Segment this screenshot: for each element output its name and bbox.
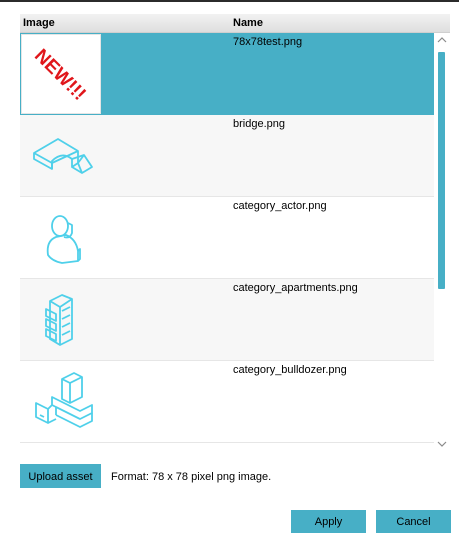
window-top-border (0, 0, 459, 2)
asset-list[interactable]: Image Name NEW!!! 78x78test.png bridge.p… (20, 14, 450, 450)
asset-thumbnail (22, 281, 100, 359)
actor-icon (46, 215, 81, 264)
asset-thumbnail: NEW!!! (21, 34, 101, 114)
asset-thumbnail (22, 199, 100, 277)
asset-name: 78x78test.png (233, 36, 303, 48)
bridge-icon (33, 138, 93, 174)
list-item[interactable]: category_actor.png (20, 197, 434, 279)
image-column-header[interactable]: Image (23, 17, 55, 29)
asset-name: bridge.png (233, 118, 285, 130)
asset-thumbnail (22, 117, 100, 195)
new-badge-text: NEW!!! (30, 45, 90, 105)
new-badge-icon: NEW!!! (30, 45, 90, 105)
scroll-down-icon[interactable] (436, 438, 448, 450)
scrollbar-thumb[interactable] (438, 52, 445, 289)
apartments-icon (45, 294, 73, 346)
list-item[interactable]: bridge.png (20, 115, 434, 197)
asset-rows: NEW!!! 78x78test.png bridge.png category… (20, 33, 434, 443)
asset-name: category_apartments.png (233, 282, 358, 294)
list-header: Image Name (20, 14, 450, 33)
list-item[interactable]: category_apartments.png (20, 279, 434, 361)
apply-button[interactable]: Apply (291, 510, 366, 533)
format-hint: Format: 78 x 78 pixel png image. (111, 471, 272, 483)
asset-name: category_actor.png (233, 200, 327, 212)
asset-thumbnail (22, 363, 100, 441)
cancel-button[interactable]: Cancel (376, 510, 451, 533)
bulldozer-icon (35, 372, 93, 428)
list-item[interactable]: category_bulldozer.png (20, 361, 434, 443)
asset-name: category_bulldozer.png (233, 364, 347, 376)
name-column-header[interactable]: Name (233, 17, 263, 29)
list-item[interactable]: NEW!!! 78x78test.png (20, 33, 434, 115)
scroll-up-icon[interactable] (436, 34, 448, 46)
upload-asset-button[interactable]: Upload asset (20, 464, 101, 488)
